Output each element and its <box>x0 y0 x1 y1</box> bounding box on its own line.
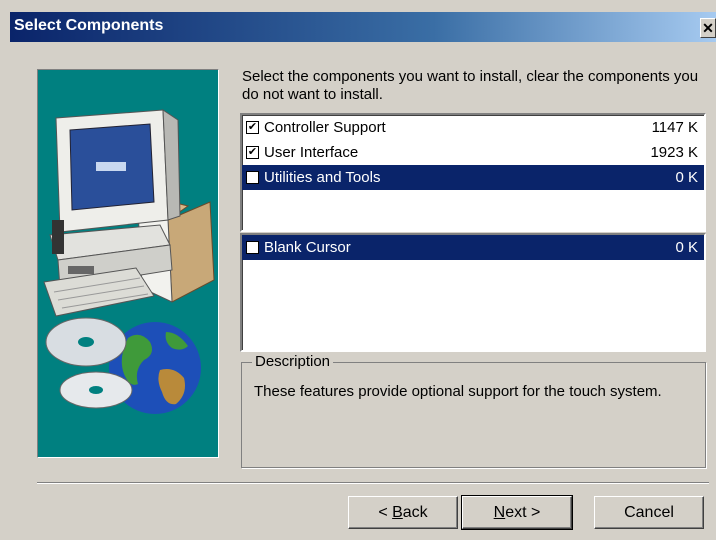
subcomponent-label: Blank Cursor <box>264 239 351 256</box>
description-text: These features provide optional support … <box>254 383 662 400</box>
component-label: Controller Support <box>264 119 386 136</box>
component-checkbox[interactable] <box>246 171 259 184</box>
components-list[interactable]: ✔ Controller Support 1147 K ✔ User Inter… <box>240 113 706 232</box>
component-label: Utilities and Tools <box>264 169 381 186</box>
cancel-button[interactable]: Cancel <box>594 496 704 529</box>
component-checkbox[interactable]: ✔ <box>246 121 259 134</box>
back-prefix: < <box>378 504 393 521</box>
back-button[interactable]: < Back <box>348 496 458 529</box>
next-mnemonic: N <box>493 504 506 521</box>
computer-icon <box>43 109 215 317</box>
title-bar: Select Components ✕ <box>10 12 716 42</box>
component-label: User Interface <box>264 144 359 161</box>
list-item-utilities-and-tools[interactable]: Utilities and Tools 0 K <box>242 165 704 190</box>
next-button[interactable]: Next > <box>461 495 573 530</box>
check-icon: ✔ <box>247 121 258 133</box>
window-title: Select Components <box>14 17 164 34</box>
description-group: Description These features provide optio… <box>241 353 706 468</box>
component-size: 0 K <box>675 169 698 186</box>
back-rest: ack <box>402 504 428 521</box>
setup-artwork <box>37 69 219 458</box>
divider <box>37 482 709 484</box>
list-item-blank-cursor[interactable]: Blank Cursor 0 K <box>242 235 704 260</box>
subcomponent-checkbox[interactable] <box>246 241 259 254</box>
next-rest: ext > <box>505 504 541 521</box>
list-item-controller-support[interactable]: ✔ Controller Support 1147 K <box>242 115 704 140</box>
subcomponent-size: 0 K <box>675 239 698 256</box>
component-size: 1923 K <box>650 144 698 161</box>
close-icon[interactable]: ✕ <box>700 18 716 38</box>
list-item-user-interface[interactable]: ✔ User Interface 1923 K <box>242 140 704 165</box>
back-mnemonic: B <box>392 504 403 521</box>
instructions-text: Select the components you want to instal… <box>242 68 699 103</box>
description-legend: Description <box>252 353 334 370</box>
component-size: 1147 K <box>651 119 698 136</box>
subcomponents-list[interactable]: Blank Cursor 0 K <box>240 233 706 352</box>
check-icon: ✔ <box>247 146 258 158</box>
component-checkbox[interactable]: ✔ <box>246 146 259 159</box>
